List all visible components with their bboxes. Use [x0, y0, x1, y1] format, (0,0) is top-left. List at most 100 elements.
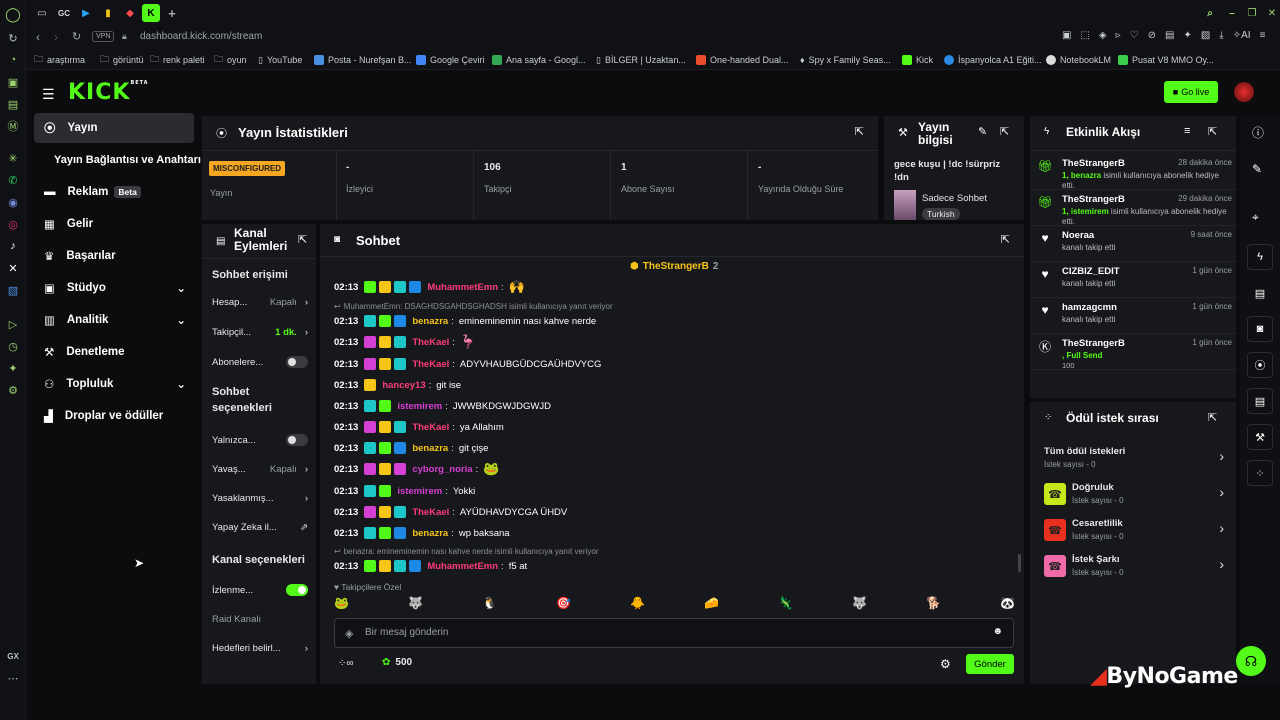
chat-message[interactable]: 02:13 istemirem: JWWBKDGWJDGWJD	[334, 397, 551, 415]
kick-logo[interactable]: KICKBETA	[68, 80, 149, 105]
nav-topluluk[interactable]: ⚇ Topluluk ⌄	[34, 369, 186, 399]
bookmark[interactable]: 🗀︎ görüntü	[100, 53, 144, 67]
shield-icon[interactable]: ◈	[1099, 30, 1107, 41]
tab-chart-icon[interactable]: ▮	[100, 5, 116, 21]
chat-button[interactable]: ◙	[1247, 316, 1273, 342]
chat-username[interactable]: TheKael	[412, 337, 449, 348]
ai-icon[interactable]: ✧AI	[1233, 30, 1251, 41]
forward-icon[interactable]: ›	[54, 30, 58, 44]
chat-message[interactable]: 02:13 cyborg_noria: 🐸	[334, 460, 499, 478]
setting-goals[interactable]: Hedefleri belirl... ›	[212, 643, 308, 654]
discord-icon[interactable]: ◉	[5, 194, 21, 210]
tab-play-icon[interactable]: ▶	[78, 5, 94, 21]
twitch-icon[interactable]: ▣	[5, 74, 21, 90]
new-tab-icon[interactable]: +	[164, 5, 180, 21]
emote-icon[interactable]: 🐺	[408, 596, 423, 610]
scrollbar[interactable]	[1018, 554, 1021, 572]
hamburger-menu-icon[interactable]: ☰	[42, 86, 55, 103]
wrench-button[interactable]: ⚒	[1247, 424, 1273, 450]
chat-message[interactable]: 02:13 MuhammetEmn: 🙌	[334, 278, 525, 296]
back-icon[interactable]: ‹	[36, 30, 40, 44]
go-live-button[interactable]: ■ Go live	[1164, 81, 1218, 103]
speed-icon[interactable]: ◔	[5, 52, 21, 68]
emote-icon[interactable]: 🐼	[1000, 596, 1015, 610]
bolt-button[interactable]: ϟ	[1247, 244, 1273, 270]
nav-analitik[interactable]: ▥ Analitik ⌄	[34, 305, 186, 335]
emote-icon[interactable]: 🐸	[334, 596, 349, 610]
chat-username[interactable]: MuhammetEmn	[427, 561, 498, 572]
all-rewards-row[interactable]: Tüm ödül istekleri İstek sayısı - 0 ›	[1044, 444, 1224, 474]
history-icon[interactable]: ◷	[5, 338, 21, 354]
toggle-switch[interactable]	[286, 356, 308, 368]
emote-icon[interactable]: 🐧	[482, 596, 497, 610]
support-headset-icon[interactable]: ☊	[1236, 646, 1266, 676]
bookmark[interactable]: ▯ YouTube	[258, 53, 302, 67]
camera-icon[interactable]: ▣	[1062, 30, 1071, 41]
bookmark[interactable]: One-handed Dual...	[696, 53, 789, 67]
search-icon[interactable]: ⌕	[1202, 5, 1218, 21]
setting-account-age[interactable]: Hesap... Kapalı ›	[212, 297, 308, 308]
filter-icon[interactable]: ≡	[1184, 125, 1190, 137]
heart-outline-icon[interactable]: ♡	[1130, 30, 1139, 41]
popout-icon[interactable]: ⇱	[855, 125, 864, 138]
setting-emote-only[interactable]: Yalnızca...	[212, 434, 308, 446]
setting-viewer-count[interactable]: İzlenme...	[212, 584, 308, 596]
chat-input[interactable]: ◈ Bir mesaj gönderin ☻	[334, 618, 1014, 648]
actions-button[interactable]: ▤	[1247, 388, 1273, 414]
vpn-badge[interactable]: VPN	[92, 31, 115, 42]
extension-icon[interactable]: ▨	[1201, 30, 1210, 41]
chat-username[interactable]: istemirem	[397, 401, 442, 412]
chat-username[interactable]: TheKael	[412, 359, 449, 370]
chat-message[interactable]: 02:13 benazra: emineminemin nası kahve ner…	[334, 312, 596, 330]
download-icon[interactable]: ⤓	[1219, 30, 1223, 41]
activity-event[interactable]: ♥ CIZBIZ_EDIT 1 gün önce kanalı takip etti	[1030, 262, 1236, 298]
instagram-icon[interactable]: ◎	[5, 216, 21, 232]
chat-message[interactable]: 02:13 hancey13: git ise	[334, 376, 461, 394]
tab-game-icon[interactable]: ◆	[122, 5, 138, 21]
setting-subscribers-only[interactable]: Abonelere...	[212, 356, 308, 368]
nav-droplar[interactable]: ▟ Droplar ve ödüller	[34, 401, 163, 431]
tab-kick-active[interactable]: K	[142, 4, 160, 22]
chat-username[interactable]: TheKael	[412, 507, 449, 518]
reload-icon[interactable]: ↻	[72, 30, 81, 43]
whatsapp-icon[interactable]: ✆	[5, 172, 21, 188]
pencil-icon[interactable]: ✎	[1252, 162, 1262, 176]
popout-icon[interactable]: ⇱	[298, 233, 307, 246]
chat-username[interactable]: MuhammetEmn	[427, 282, 498, 293]
emote-icon[interactable]: 🦎	[778, 596, 793, 610]
minimize-icon[interactable]: –	[1224, 5, 1240, 21]
bookmark[interactable]: İspanyolca A1 Eğiti...	[944, 53, 1042, 67]
emote-icon[interactable]: 🐺	[852, 596, 867, 610]
toggle-switch[interactable]	[286, 584, 308, 596]
nav-reklam[interactable]: ▬ Reklam Beta	[34, 177, 141, 207]
broadcast-button[interactable]: ⦿	[1247, 352, 1273, 378]
tab-gamepad-icon[interactable]: ▭	[34, 5, 50, 21]
chat-username[interactable]: cyborg_noria	[412, 464, 472, 475]
activity-event[interactable]: 🎁︎ TheStrangerB 29 dakika önce 1, istemirem…	[1030, 190, 1236, 226]
chatgpt-icon[interactable]: ✳	[5, 150, 21, 166]
chat-message[interactable]: 02:13 TheKael: ADYVHAUBGÜDCGAÜHDVYCG	[334, 355, 601, 373]
category-name[interactable]: Sadece Sohbet	[922, 193, 987, 204]
setting-banned-words[interactable]: Yasaklanmış... ›	[212, 493, 308, 504]
vk-icon[interactable]: ▧	[5, 282, 21, 298]
chat-message[interactable]: 02:13 istemirem: Yokki	[334, 482, 475, 500]
bookmark[interactable]: NotebookLM	[1046, 53, 1111, 67]
tiktok-icon[interactable]: ♪	[5, 238, 21, 254]
edit-icon[interactable]: ✎	[978, 125, 987, 138]
tab-gc[interactable]: GC	[56, 5, 72, 21]
chat-username[interactable]: hancey13	[382, 380, 425, 391]
toggle-switch[interactable]	[286, 434, 308, 446]
chat-username[interactable]: TheKael	[412, 422, 449, 433]
emote-icon[interactable]: 🎯	[556, 596, 571, 610]
play-icon[interactable]: ▷	[5, 316, 21, 332]
avatar[interactable]	[1234, 82, 1254, 102]
bookmark[interactable]: Kick	[902, 53, 933, 67]
chat-username[interactable]: benazra	[412, 316, 448, 327]
activity-event[interactable]: 🎁︎ TheStrangerB 28 dakika önce 1, benazra i…	[1030, 154, 1236, 190]
chat-message[interactable]: 02:13 MuhammetEmn: f5 at	[334, 557, 527, 575]
bookmark[interactable]: Google Çeviri	[416, 53, 485, 67]
send-button[interactable]: Gönder	[966, 654, 1014, 674]
setting-followers-only[interactable]: Takipçil... 1 dk. ›	[212, 327, 308, 338]
file-icon[interactable]: ▤	[1165, 30, 1174, 41]
chat-message[interactable]: 02:13 benazra: wp baksana	[334, 524, 510, 542]
